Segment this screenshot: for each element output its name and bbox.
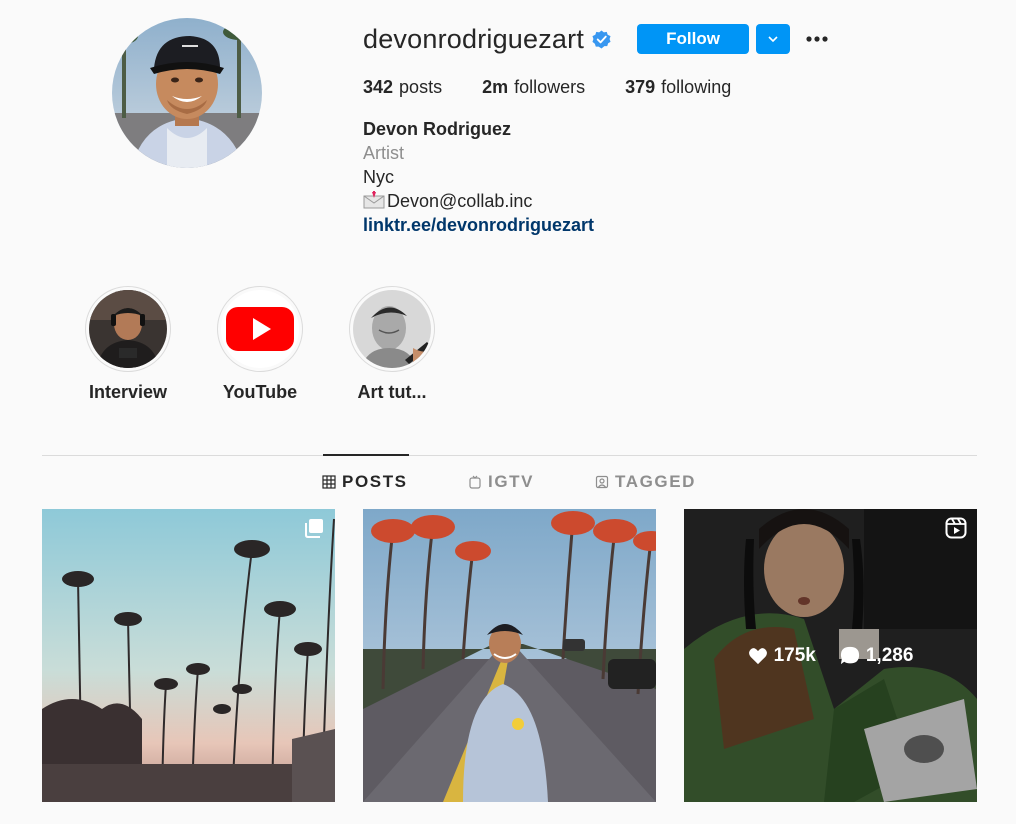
sketch-thumbnail-icon <box>353 290 431 368</box>
followers-stat[interactable]: 2m followers <box>482 77 585 98</box>
grid-icon <box>322 475 336 489</box>
profile-email: Devon@collab.inc <box>387 191 533 211</box>
profile-username: devonrodriguezart <box>363 23 585 54</box>
tab-tagged-label: TAGGED <box>615 472 697 491</box>
post-likes-count: 175k <box>773 644 816 666</box>
more-dots-icon <box>806 36 828 42</box>
person-thumbnail-icon <box>89 290 167 368</box>
highlight-art-tutorial[interactable]: Art tut... <box>348 286 436 403</box>
igtv-icon <box>469 475 481 489</box>
heart-icon <box>748 647 767 664</box>
posts-stat: 342 posts <box>363 77 442 98</box>
suggested-accounts-button[interactable] <box>756 24 791 54</box>
carousel-icon <box>305 519 323 538</box>
highlight-youtube[interactable]: YouTube <box>216 286 304 403</box>
followers-label: followers <box>514 77 586 97</box>
tab-tagged[interactable]: TAGGED <box>595 472 696 492</box>
profile-avatar[interactable] <box>112 18 262 168</box>
tab-posts[interactable]: POSTS <box>322 472 408 492</box>
tagged-icon <box>595 475 609 489</box>
highlight-ring <box>349 286 435 372</box>
profile-stats: 342 posts 2m followers 379 following <box>363 77 830 98</box>
post-comments: 1,286 <box>840 644 914 667</box>
tab-igtv-label: IGTV <box>488 472 535 491</box>
profile-email-line: Devon@collab.inc <box>363 189 830 213</box>
verified-badge-icon <box>592 29 611 49</box>
more-options-button[interactable] <box>804 24 830 54</box>
active-tab-indicator <box>323 454 409 456</box>
posts-label: posts <box>399 77 443 97</box>
profile-location: Nyc <box>363 167 394 187</box>
envelope-icon <box>363 191 385 209</box>
post-tile[interactable] <box>42 509 335 802</box>
youtube-logo-icon <box>221 290 299 368</box>
following-label: following <box>661 77 732 97</box>
following-stat[interactable]: 379 following <box>625 77 731 98</box>
profile-category: Artist <box>363 143 405 163</box>
tab-posts-label: POSTS <box>342 472 408 491</box>
comment-bubble-icon <box>840 646 859 665</box>
profile-header-row: devonrodriguezart Follow <box>363 18 830 60</box>
highlight-label: YouTube <box>222 382 298 402</box>
follow-button[interactable]: Follow <box>637 24 750 54</box>
post-hover-overlay: 175k 1,286 <box>684 509 977 802</box>
post-tile[interactable]: 175k 1,286 <box>684 509 977 802</box>
reels-icon <box>945 517 967 539</box>
profile-website-link[interactable]: linktr.ee/devonrodriguezart <box>363 213 830 237</box>
highlight-ring <box>217 286 303 372</box>
posts-count: 342 <box>363 77 394 97</box>
story-highlights: Interview YouTube Art tut... <box>84 286 480 403</box>
profile-bio: Devon Rodriguez Artist Nyc Devon@collab.… <box>363 117 830 237</box>
tab-igtv[interactable]: IGTV <box>468 472 534 492</box>
post-tile[interactable] <box>363 509 656 802</box>
profile-full-name: Devon Rodriguez <box>363 119 512 139</box>
profile-info: devonrodriguezart Follow 342 posts 2m fo… <box>363 18 830 237</box>
post-likes: 175k <box>748 645 816 667</box>
tabs-divider <box>42 455 977 456</box>
highlight-ring <box>85 286 171 372</box>
highlight-label: Art tut... <box>357 382 427 402</box>
chevron-down-icon <box>768 36 778 43</box>
followers-count: 2m <box>482 77 509 97</box>
profile-tabs: POSTS IGTV TAGGED <box>0 472 1016 496</box>
highlight-interview[interactable]: Interview <box>84 286 172 403</box>
post-comments-count: 1,286 <box>865 644 914 666</box>
highlight-label: Interview <box>88 382 168 402</box>
following-count: 379 <box>625 77 656 97</box>
